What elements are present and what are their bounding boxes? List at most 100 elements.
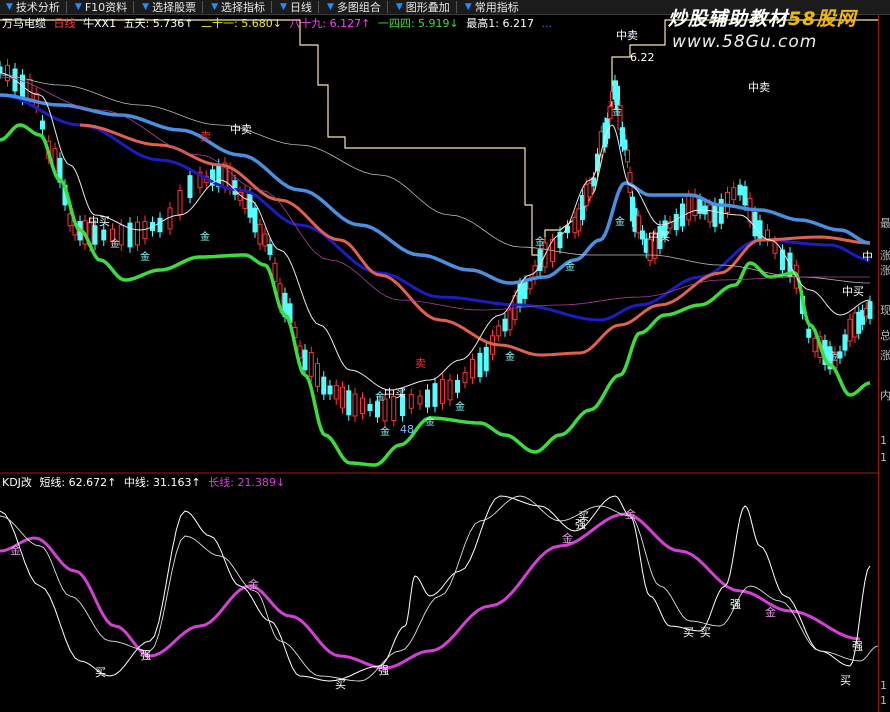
candle-body: [591, 177, 597, 187]
candle-body: [502, 318, 508, 332]
candle-body: [92, 225, 98, 245]
candle-body: [101, 229, 107, 241]
watermark-title: 炒股辅助教材58股网: [668, 4, 856, 31]
axis-label: 现: [880, 304, 890, 317]
candle-body: [5, 64, 10, 82]
indicator-name: 牛XX1: [83, 17, 117, 30]
candle-body: [847, 318, 853, 342]
gold-signal-label: 金: [625, 507, 636, 521]
axis-label: 最: [880, 217, 890, 230]
toolbar-button-1[interactable]: ▼ F10资料: [69, 0, 131, 14]
candle-body: [425, 389, 430, 408]
dropdown-arrow-icon: ▼: [142, 2, 150, 12]
mid-buy-label: 中买: [384, 387, 406, 400]
extra-value: ...: [541, 17, 552, 30]
dropdown-arrow-icon: ▼: [211, 2, 219, 12]
candle-body: [527, 280, 533, 290]
candle-body: [232, 180, 238, 195]
toolbar-button-5[interactable]: ▼ 多图组合: [321, 0, 385, 14]
candle-body: [686, 195, 692, 221]
stock-name: 万马电缆: [2, 17, 46, 30]
candle-body: [737, 184, 743, 196]
toolbar-separator: [455, 1, 457, 13]
axis-label: 涨: [880, 249, 890, 262]
gold-signal-label: 金: [380, 425, 390, 438]
candle-body: [752, 211, 758, 237]
candle-body: [375, 401, 380, 418]
candle-body: [0, 66, 3, 74]
axis-label: 内: [880, 389, 890, 402]
gold-signal-label: 金: [248, 577, 259, 591]
axis-label: 1: [880, 694, 887, 707]
toolbar-button-3[interactable]: ▼ 选择指标: [205, 0, 269, 14]
toolbar-button-2[interactable]: ▼ 选择股票: [136, 0, 200, 14]
strong-label: 强: [852, 640, 863, 653]
toolbar-button-4[interactable]: ▼ 日线: [274, 0, 316, 14]
candle-body: [308, 352, 314, 377]
kdj-name: KDJ改: [2, 476, 32, 489]
candle-body: [135, 221, 140, 246]
watermark-text: 炒股辅助教材: [668, 8, 789, 30]
long-line-value: 长线: 21.389↓: [208, 476, 286, 489]
short-line-value: 短线: 62.672↑: [39, 476, 117, 489]
gold-signal-label: 金: [562, 531, 573, 545]
period-label: 日线: [53, 17, 76, 30]
candle-body: [477, 352, 483, 378]
candle-body: [867, 301, 873, 319]
high-price-label: 6.22: [630, 51, 655, 64]
candle-body: [718, 198, 724, 224]
mid-sell-label: 中卖: [748, 81, 770, 94]
mid-buy-label: 中买: [648, 230, 670, 243]
gold-signal-label: 金: [425, 415, 435, 428]
toolbar-button-7[interactable]: ▼ 常用指标: [459, 0, 523, 14]
toolbar-separator: [317, 1, 319, 13]
candle-body: [302, 349, 308, 371]
toolbar-label: 选择指标: [221, 1, 266, 14]
candle-body: [725, 192, 730, 213]
candle-body: [462, 372, 468, 383]
toolbar-separator: [271, 1, 273, 13]
sell-label: 卖: [200, 130, 211, 143]
mid-buy-label: 中买: [842, 285, 864, 298]
candle-body: [432, 383, 438, 407]
candle-body: [327, 385, 333, 395]
candle-body: [367, 403, 373, 412]
dropdown-arrow-icon: ▼: [74, 2, 82, 12]
candle-body: [447, 379, 453, 401]
watermark-site: 58股网: [788, 8, 857, 30]
right-axis: 最涨涨现总涨内1111: [878, 15, 890, 712]
candle-body: [360, 397, 365, 414]
buy-label: 买: [700, 626, 711, 639]
dropdown-arrow-icon: ▼: [6, 2, 13, 12]
axis-label: 涨: [880, 349, 890, 362]
watermark-url: www.58Gu.com: [672, 32, 818, 52]
candle-body: [707, 204, 713, 223]
toolbar-separator: [133, 1, 135, 13]
candle-body: [40, 120, 45, 130]
candle-body: [455, 379, 460, 393]
axis-label: 1: [880, 434, 887, 447]
gold-signal-label: 金: [375, 390, 385, 403]
candle-body: [352, 393, 358, 417]
buy-label: 买: [95, 666, 106, 679]
toolbar-button-0[interactable]: ▼ 技术分析: [0, 0, 64, 14]
price-chart: 中卖中卖中买中买中买中买中中卖卖卖486.22金金金金金金金金金金金金金: [0, 15, 878, 475]
toolbar-label: 多图组合: [336, 1, 381, 14]
candle-body: [812, 337, 818, 353]
price-legend: 万马电缆 日线 牛XX1 五天: 5.736↑ 二十一: 5.680↓ 八十九:…: [2, 15, 556, 31]
axis-label: 总: [880, 329, 890, 342]
toolbar-button-6[interactable]: ▼ 图形叠加: [390, 0, 454, 14]
candle-body: [127, 222, 133, 248]
dropdown-arrow-icon: ▼: [280, 2, 287, 12]
candle-body: [267, 244, 273, 255]
gold-signal-label: 金: [455, 400, 465, 413]
mid-sell-label: 中卖: [230, 123, 252, 136]
candle-body: [340, 386, 345, 409]
toolbar-label: 选择股票: [152, 1, 197, 14]
dropdown-arrow-icon: ▼: [395, 2, 403, 12]
candle-body: [257, 223, 263, 245]
candle-body: [595, 153, 600, 172]
toolbar-label: F10资料: [84, 1, 128, 14]
candle-body: [837, 351, 843, 359]
dropdown-arrow-icon: ▼: [464, 2, 472, 12]
